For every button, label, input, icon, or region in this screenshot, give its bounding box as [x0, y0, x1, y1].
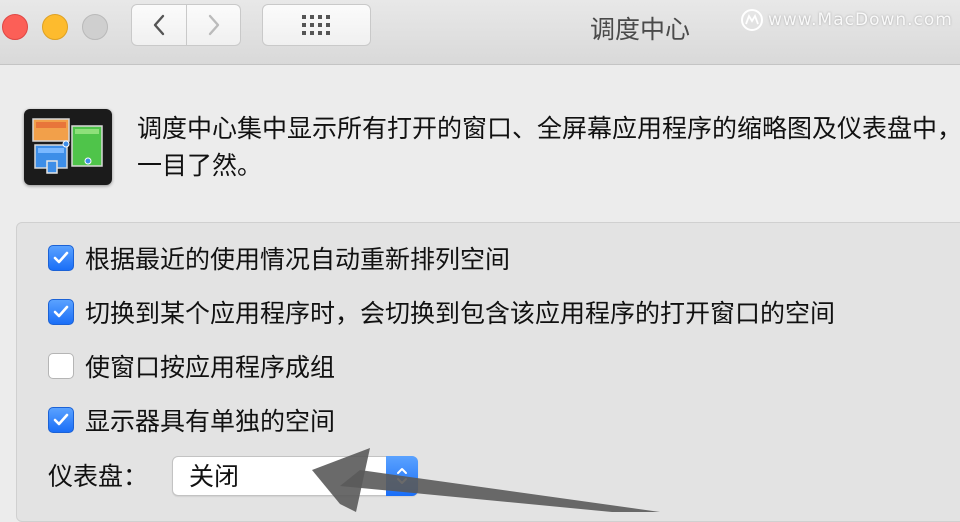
minimize-button[interactable]	[42, 14, 68, 40]
title-bar: 调度中心 www.MacDown.com	[0, 0, 960, 65]
chevron-right-icon	[208, 14, 219, 36]
dashboard-label: 仪表盘：	[48, 462, 149, 491]
window-title: 调度中心	[589, 15, 690, 44]
checkbox-auto-rearrange[interactable]	[48, 245, 74, 271]
select-arrows-icon[interactable]	[386, 456, 418, 496]
checkmark-icon	[53, 251, 69, 264]
dashboard-select-value: 关闭	[189, 462, 240, 491]
checkbox-group-windows[interactable]	[48, 353, 74, 379]
forward-button[interactable]	[187, 4, 241, 46]
option-auto-rearrange-spaces[interactable]: 根据最近的使用情况自动重新排列空间	[48, 243, 511, 274]
close-button[interactable]	[2, 14, 28, 40]
show-all-button[interactable]	[262, 4, 371, 46]
option-label: 显示器具有单独的空间	[85, 407, 336, 436]
watermark: www.MacDown.com	[740, 6, 953, 34]
mission-control-app-icon	[24, 109, 112, 185]
checkmark-icon	[53, 413, 69, 426]
watermark-text: www.MacDown.com	[768, 10, 953, 30]
back-button[interactable]	[131, 4, 187, 46]
option-group-windows-by-app[interactable]: 使窗口按应用程序成组	[48, 351, 336, 382]
option-label: 使窗口按应用程序成组	[85, 353, 336, 382]
option-label: 切换到某个应用程序时，会切换到包含该应用程序的打开窗口的空间	[85, 299, 836, 328]
zoom-button[interactable]	[82, 14, 108, 40]
option-displays-separate-spaces[interactable]: 显示器具有单独的空间	[48, 405, 336, 436]
checkmark-icon	[53, 305, 69, 318]
chevron-left-icon	[153, 14, 165, 36]
watermark-logo-icon	[741, 9, 763, 31]
dashboard-select[interactable]: 关闭	[172, 456, 418, 496]
grid-icon	[301, 15, 330, 35]
option-switch-to-app-space[interactable]: 切换到某个应用程序时，会切换到包含该应用程序的打开窗口的空间	[48, 297, 836, 328]
preference-description: 调度中心集中显示所有打开的窗口、全屏幕应用程序的缩略图及仪表盘中，一目了然。	[137, 114, 960, 180]
option-label: 根据最近的使用情况自动重新排列空间	[85, 245, 511, 274]
checkbox-switch-to-space[interactable]	[48, 299, 74, 325]
checkbox-separate-spaces[interactable]	[48, 407, 74, 433]
